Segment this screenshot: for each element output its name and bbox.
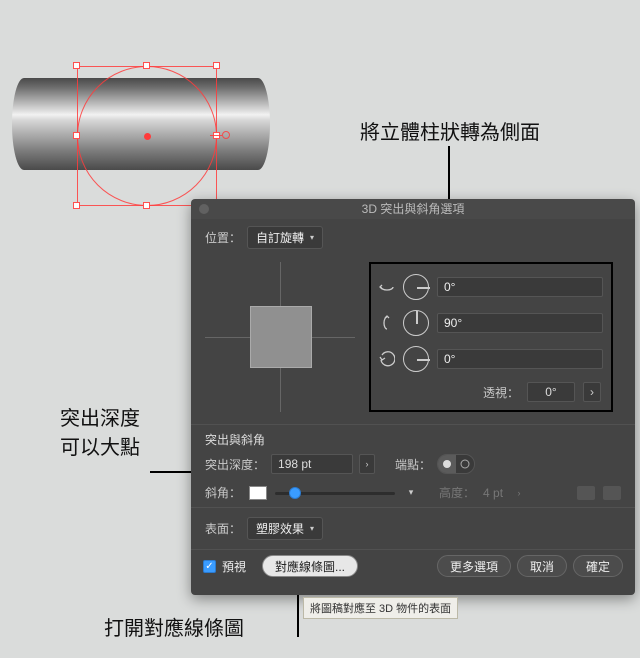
angle-controls: 0° 90° 0° 透視： 0° › [369, 262, 613, 412]
handle[interactable] [213, 62, 220, 69]
ok-button[interactable]: 確定 [573, 555, 623, 577]
tooltip: 將圖稿對應至 3D 物件的表面 [303, 597, 458, 619]
center-handle[interactable] [144, 133, 151, 140]
angle-x-field[interactable]: 0° [437, 277, 603, 297]
surface-select[interactable]: 塑膠效果 ▾ [247, 517, 323, 540]
bevel-in-icon[interactable] [577, 486, 595, 500]
close-icon[interactable] [199, 204, 209, 214]
angle-y-dial[interactable] [403, 310, 429, 336]
perspective-label: 透視： [483, 384, 519, 401]
angle-z-field[interactable]: 0° [437, 349, 603, 369]
cap-label: 端點： [395, 456, 431, 473]
position-select[interactable]: 自訂旋轉 ▾ [247, 226, 323, 249]
position-label: 位置： [205, 229, 241, 246]
rotate-x-icon [379, 279, 395, 295]
center-indicator-line [210, 135, 222, 136]
map-art-button[interactable]: 對應線條圖... [262, 555, 358, 577]
more-options-button[interactable]: 更多選項 [437, 555, 511, 577]
angle-z-row: 0° [379, 346, 603, 372]
height-stepper: › [511, 485, 527, 501]
dialog-titlebar[interactable]: 3D 突出與斜角選項 [191, 199, 635, 219]
bevel-out-icon[interactable] [603, 486, 621, 500]
depth-field[interactable]: 198 pt [271, 454, 353, 474]
annotation-depth-note: 突出深度 可以大點 [60, 402, 140, 460]
handle[interactable] [143, 62, 150, 69]
cap-toggle[interactable] [437, 454, 475, 474]
bevel-dropdown[interactable]: ▾ [403, 485, 419, 501]
depth-stepper[interactable]: › [359, 454, 375, 474]
position-value: 自訂旋轉 [256, 229, 304, 246]
bevel-label: 斜角： [205, 484, 241, 501]
extrude-section-title: 突出與斜角 [191, 431, 635, 448]
angle-z-dial[interactable] [403, 346, 429, 372]
handle[interactable] [73, 62, 80, 69]
depth-label: 突出深度： [205, 456, 265, 473]
height-label: 高度： [439, 484, 475, 501]
chevron-down-icon: ▾ [310, 524, 314, 533]
preview-checkbox[interactable]: ✓ [203, 560, 216, 573]
handle[interactable] [143, 202, 150, 209]
perspective-row: 透視： 0° › [379, 382, 603, 402]
cancel-button[interactable]: 取消 [517, 555, 567, 577]
chevron-down-icon: ▾ [310, 233, 314, 242]
perspective-step[interactable]: › [583, 382, 601, 402]
annotation-rotate-note: 將立體柱狀轉為側面 [360, 116, 540, 145]
height-value: 4 pt [483, 486, 503, 500]
surface-label: 表面： [205, 520, 241, 537]
rotation-cube-widget[interactable] [205, 262, 355, 412]
perspective-field[interactable]: 0° [527, 382, 575, 402]
annotation-arrow [150, 471, 196, 473]
preview-label: 預視 [222, 558, 246, 575]
annotation-map-art-note: 打開對應線條圖 [104, 612, 244, 641]
surface-value: 塑膠效果 [256, 520, 304, 537]
canvas-3d-object [0, 48, 285, 198]
handle[interactable] [73, 202, 80, 209]
angle-y-field[interactable]: 90° [437, 313, 603, 333]
dialog-3d-extrude-bevel: 3D 突出與斜角選項 位置： 自訂旋轉 ▾ 0° 90° [191, 199, 635, 595]
center-indicator-dot [222, 131, 230, 139]
slider-thumb[interactable] [289, 487, 301, 499]
angle-x-row: 0° [379, 274, 603, 300]
handle[interactable] [73, 132, 80, 139]
bevel-slider[interactable] [275, 485, 395, 501]
bevel-swatch[interactable] [249, 486, 267, 500]
angle-x-dial[interactable] [403, 274, 429, 300]
rotate-z-icon [379, 351, 395, 367]
annotation-line1: 突出深度 [60, 402, 140, 431]
cap-off-icon[interactable] [456, 455, 474, 473]
rotation-cube-face[interactable] [250, 306, 312, 368]
dialog-title: 3D 突出與斜角選項 [362, 202, 465, 216]
angle-y-row: 90° [379, 310, 603, 336]
cap-on-icon[interactable] [438, 455, 456, 473]
annotation-line2: 可以大點 [60, 431, 140, 460]
rotate-y-icon [379, 315, 395, 331]
